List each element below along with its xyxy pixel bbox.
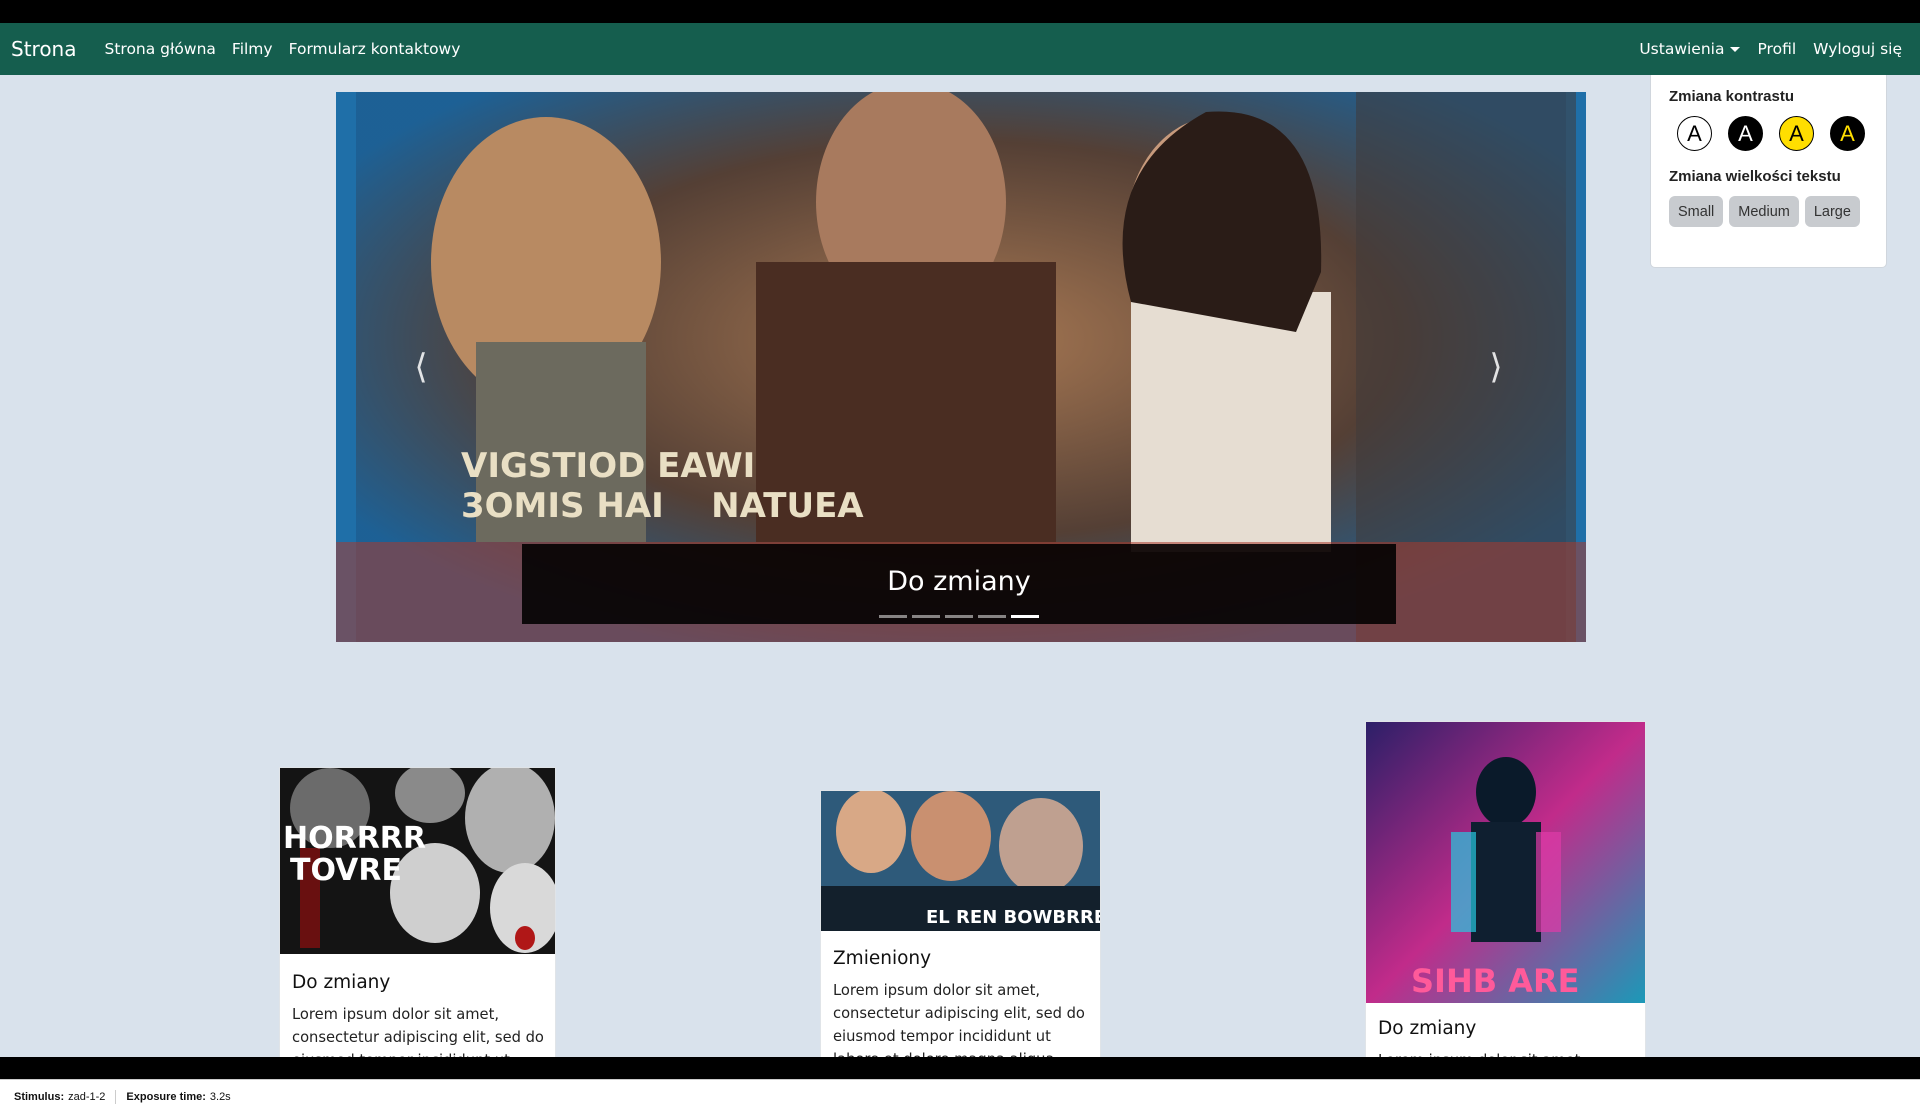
settings-label: Ustawienia xyxy=(1639,40,1725,58)
bottom-black-bar xyxy=(0,1057,1920,1079)
carousel-next-button[interactable]: ⟩ xyxy=(1481,347,1511,387)
movie-card[interactable]: HORRRR TOVRE Do zmiany Lorem ipsum dolor… xyxy=(279,767,556,1057)
stimulus-label: Stimulus: xyxy=(14,1091,65,1103)
exposure-value: 3.2s xyxy=(209,1091,231,1103)
carousel-poster-text-2: 3OMIS HAI NATUEA xyxy=(461,486,864,526)
brand-link[interactable]: Strona xyxy=(11,37,77,61)
exposure-label: Exposure time: xyxy=(126,1091,206,1103)
nav-link-contact[interactable]: Formularz kontaktowy xyxy=(289,40,461,58)
text-size-medium-button[interactable]: Medium xyxy=(1729,196,1799,227)
text-size-small-button[interactable]: Small xyxy=(1669,196,1724,227)
carousel-indicator[interactable] xyxy=(945,615,973,618)
movie-card-title: Do zmiany xyxy=(292,972,391,993)
main-content: VIGSTIOD EAWI 3OMIS HAI NATUEA ⟨ ⟩ Do zm… xyxy=(0,75,1920,1057)
movie-card-poster: HORRRR TOVRE xyxy=(280,768,555,954)
carousel-caption: Do zmiany xyxy=(522,544,1396,624)
carousel-indicator[interactable] xyxy=(879,615,907,618)
movie-card-title: Do zmiany xyxy=(1378,1018,1477,1039)
card-poster-text: SIHB ARE xyxy=(1411,962,1580,1000)
contrast-white-on-black-button[interactable]: A xyxy=(1728,116,1763,151)
contrast-default-button[interactable]: A xyxy=(1677,116,1712,151)
contrast-yellow-on-black-button[interactable]: A xyxy=(1830,116,1865,151)
nav-link-movies[interactable]: Filmy xyxy=(232,40,273,58)
movie-card[interactable]: EL REN BOWBRREB Zmieniony Lorem ipsum do… xyxy=(820,790,1101,1057)
contrast-black-on-yellow-button[interactable]: A xyxy=(1779,116,1814,151)
carousel-indicator[interactable] xyxy=(912,615,940,618)
caret-down-icon xyxy=(1730,47,1741,52)
settings-dropdown-menu: Zmiana kontrastu A A A A Zmiana wielkośc… xyxy=(1650,75,1887,268)
nav-links: Strona główna Filmy Formularz kontaktowy xyxy=(89,40,461,58)
movie-card-text: Lorem ipsum dolor sit amet, consectetur … xyxy=(292,1006,544,1057)
settings-dropdown-toggle[interactable]: Ustawienia xyxy=(1639,40,1741,58)
text-size-large-button[interactable]: Large xyxy=(1804,196,1860,227)
carousel-prev-button[interactable]: ⟨ xyxy=(406,347,436,387)
stimulus-value: zad-1-2 xyxy=(68,1091,106,1103)
carousel-indicator-active[interactable] xyxy=(1011,615,1039,618)
carousel: VIGSTIOD EAWI 3OMIS HAI NATUEA ⟨ ⟩ Do zm… xyxy=(336,92,1586,642)
text-size-heading: Zmiana wielkości tekstu xyxy=(1669,168,1841,185)
movie-card-text: Lorem ipsum dolor sit amet xyxy=(1378,1049,1635,1057)
movie-card[interactable]: SIHB ARE Do zmiany Lorem ipsum dolor sit… xyxy=(1365,721,1646,1057)
carousel-indicator[interactable] xyxy=(978,615,1006,618)
contrast-heading: Zmiana kontrastu xyxy=(1669,88,1795,105)
card-poster-text: EL REN BOWBRREB xyxy=(926,907,1101,928)
contrast-options: A A A A xyxy=(1677,116,1868,151)
text-size-options: Small Medium Large xyxy=(1669,196,1868,227)
chevron-left-icon: ⟨ xyxy=(414,347,428,387)
carousel-indicators xyxy=(522,615,1396,618)
top-black-bar xyxy=(0,0,1920,23)
status-divider xyxy=(115,1090,117,1104)
status-bar: Stimulus: zad-1-2 Exposure time: 3.2s xyxy=(0,1079,1920,1114)
movie-card-title: Zmieniony xyxy=(833,948,932,969)
nav-link-logout[interactable]: Wyloguj się xyxy=(1813,40,1902,58)
chevron-right-icon: ⟩ xyxy=(1489,347,1503,387)
movie-card-poster: SIHB ARE xyxy=(1366,722,1645,1003)
movie-card-text: Lorem ipsum dolor sit amet, consectetur … xyxy=(833,982,1085,1057)
movie-card-poster: EL REN BOWBRREB xyxy=(821,791,1101,931)
card-poster-text: TOVRE xyxy=(290,853,402,888)
nav-right: Ustawienia Profil Wyloguj się xyxy=(1622,23,1902,75)
carousel-poster-text-1: VIGSTIOD EAWI xyxy=(461,446,755,486)
navbar: Strona Strona główna Filmy Formularz kon… xyxy=(0,23,1920,75)
card-poster-text: HORRRR xyxy=(283,821,426,856)
nav-link-profile[interactable]: Profil xyxy=(1757,40,1796,58)
carousel-caption-title: Do zmiany xyxy=(887,566,1031,597)
nav-link-home[interactable]: Strona główna xyxy=(105,40,216,58)
